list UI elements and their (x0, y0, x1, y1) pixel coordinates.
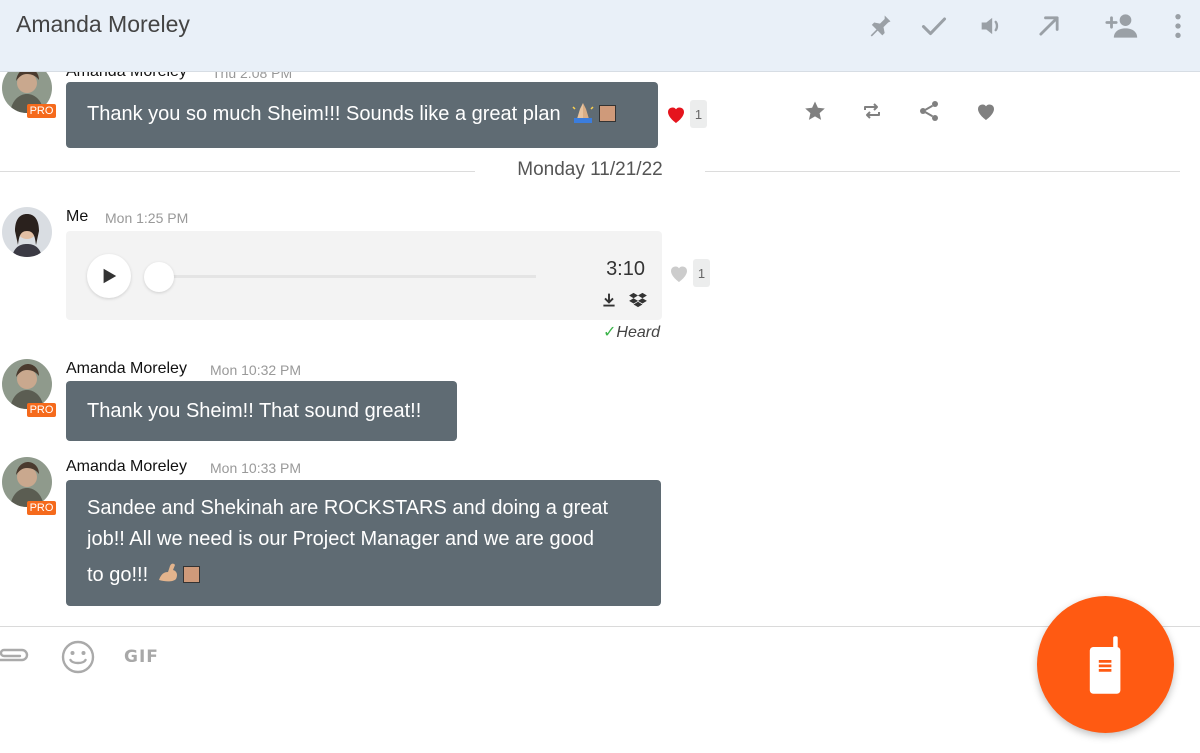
reaction-count: 1 (690, 100, 707, 128)
skin-tone-modifier-icon (182, 566, 200, 583)
emoji-icon[interactable] (60, 639, 96, 675)
dropbox-icon[interactable] (627, 289, 649, 311)
attach-icon[interactable] (0, 639, 34, 675)
play-icon (103, 268, 117, 284)
reaction[interactable]: 1 (664, 100, 707, 128)
praying-hands-emoji-icon (570, 99, 596, 123)
more-vertical-icon[interactable] (1160, 8, 1196, 44)
timestamp: Thu 2:08 PM (212, 72, 293, 81)
pro-badge: PRO (27, 501, 56, 515)
avatar[interactable] (2, 359, 52, 409)
arrow-up-right-icon[interactable] (1031, 8, 1067, 44)
reaction-count: 1 (693, 259, 710, 287)
message-bubble[interactable]: Thank you Sheim!! That sound great!! (66, 381, 457, 441)
sender-name: Amanda Moreley (66, 360, 187, 377)
repeat-icon[interactable] (855, 94, 889, 128)
sender-name: Me (66, 208, 89, 225)
heard-status: ✓Heard (603, 324, 660, 341)
pin-icon[interactable] (862, 8, 898, 44)
audio-duration: 3:10 (606, 258, 645, 280)
speaker-icon[interactable] (973, 8, 1009, 44)
heart-icon[interactable] (969, 94, 1003, 128)
message-composer: GIF (0, 626, 1200, 753)
timestamp: Mon 1:25 PM (105, 210, 189, 226)
audio-scrubber[interactable] (144, 262, 174, 292)
message-text-line: Sandee and Shekinah are ROCKSTARS and do… (87, 497, 609, 519)
message-text-line: to go!!! (87, 564, 149, 586)
message-text: Thank you so much Sheim!!! Sounds like a… (87, 103, 561, 125)
heart-icon[interactable] (664, 102, 688, 126)
date-divider: Monday 11/21/22 (475, 159, 705, 183)
skin-tone-modifier-icon (599, 105, 617, 122)
walkie-talkie-icon (1089, 635, 1120, 694)
voice-message: 3:10 (66, 231, 662, 320)
star-icon[interactable] (798, 94, 832, 128)
add-person-icon[interactable] (1101, 8, 1143, 44)
sender-name: Amanda Moreley (66, 72, 187, 81)
flexed-biceps-emoji-icon (156, 561, 180, 583)
timestamp: Mon 10:33 PM (210, 460, 302, 476)
check-icon: ✓ (603, 324, 617, 341)
message-text: Thank you Sheim!! That sound great!! (87, 400, 422, 422)
audio-progress-track[interactable] (152, 275, 536, 278)
reaction[interactable]: 1 (667, 259, 710, 287)
avatar[interactable] (2, 457, 52, 507)
share-icon[interactable] (912, 94, 946, 128)
sender-name: Amanda Moreley (66, 458, 187, 475)
conversation-title: Amanda Moreley (16, 11, 190, 37)
timestamp: Mon 10:32 PM (210, 362, 302, 378)
message-bubble[interactable]: Sandee and Shekinah are ROCKSTARS and do… (66, 480, 661, 606)
message-list[interactable]: PRO Amanda Moreley Thu 2:08 PM Thank you… (0, 72, 1200, 626)
check-icon[interactable] (916, 8, 952, 44)
download-icon[interactable] (598, 289, 620, 311)
message-text-line: job!! All we need is our Project Manager… (87, 528, 594, 550)
chat-header: Amanda Moreley (0, 0, 1200, 72)
heart-icon[interactable] (667, 261, 691, 285)
play-button[interactable] (87, 254, 131, 298)
avatar[interactable] (2, 207, 52, 257)
walkie-talkie-button[interactable] (1037, 596, 1174, 733)
message-bubble[interactable]: Thank you so much Sheim!!! Sounds like a… (66, 82, 658, 148)
pro-badge: PRO (27, 104, 56, 118)
gif-icon[interactable]: GIF (124, 639, 159, 675)
pro-badge: PRO (27, 403, 56, 417)
